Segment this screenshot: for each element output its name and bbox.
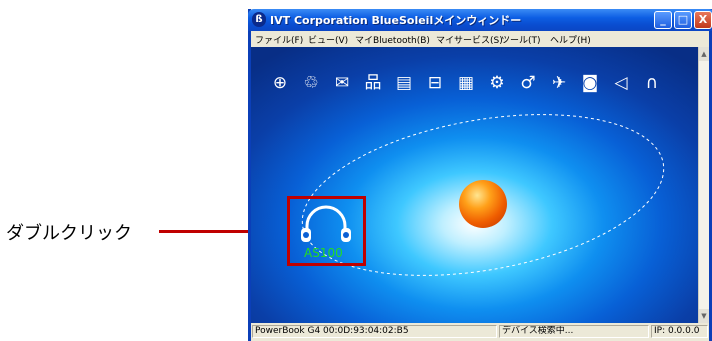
title-bar[interactable]: ß IVT Corporation BlueSoleilメインウィンドー _ □…: [248, 9, 712, 31]
scroll-down-button[interactable]: ▼: [699, 309, 709, 323]
scroll-up-button[interactable]: ▲: [699, 47, 709, 61]
device-discovery-canvas: ⊕ ♲ ✉ 品 ▤ ⊟ ▦ ⚙ ♂ ✈ ◙ ◁ ∩ AS100: [251, 47, 698, 323]
maximize-button[interactable]: □: [674, 11, 692, 29]
status-bar: PowerBook G4 00:0D:93:04:02:B5 デバイス検索中..…: [251, 323, 709, 341]
minimize-button[interactable]: _: [654, 11, 672, 29]
vertical-scrollbar[interactable]: ▲ ▼: [698, 47, 709, 323]
menu-bar: ファイル(F) ビュー(V) マイBluetooth(B) マイサービス(S) …: [251, 31, 709, 47]
menu-my-services[interactable]: マイサービス(S): [436, 33, 503, 46]
menu-view[interactable]: ビュー(V): [308, 33, 348, 46]
double-click-highlight: [287, 196, 366, 266]
status-ip: IP: 0.0.0.0: [651, 325, 708, 338]
status-activity: デバイス検索中...: [499, 325, 649, 338]
local-device-orb[interactable]: [459, 180, 507, 228]
close-button[interactable]: X: [694, 11, 712, 29]
bluetooth-icon: ß: [252, 12, 266, 27]
status-device-info: PowerBook G4 00:0D:93:04:02:B5: [252, 325, 497, 338]
window-title: IVT Corporation BlueSoleilメインウィンドー: [270, 14, 522, 27]
menu-file[interactable]: ファイル(F): [255, 33, 303, 46]
bluesoleil-main-window: ß IVT Corporation BlueSoleilメインウィンドー _ □…: [248, 9, 712, 341]
menu-help[interactable]: ヘルプ(H): [550, 33, 591, 46]
menu-my-bluetooth[interactable]: マイBluetooth(B): [355, 33, 430, 46]
callout-label: ダブルクリック: [6, 223, 132, 244]
menu-tools[interactable]: ツール(T): [501, 33, 541, 46]
